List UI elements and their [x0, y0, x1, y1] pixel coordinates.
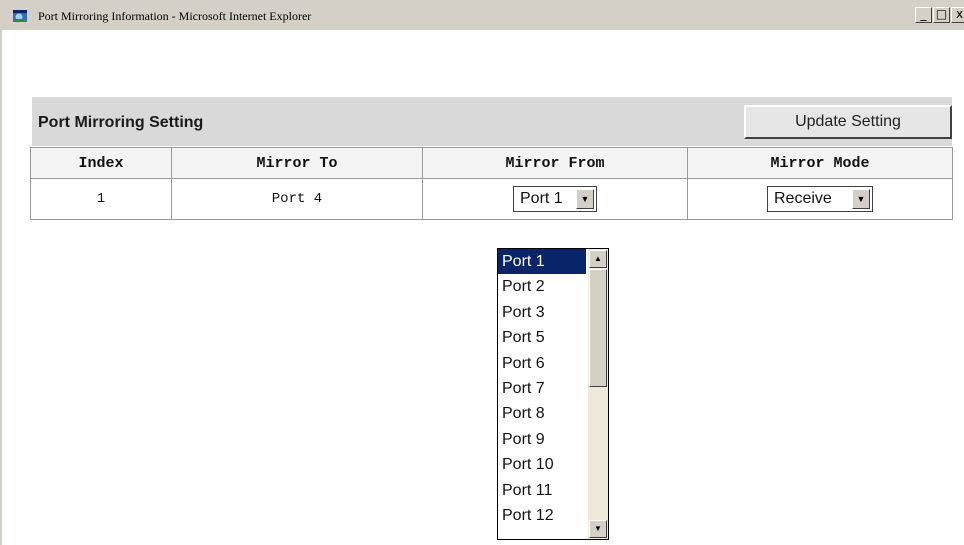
ie-icon — [12, 8, 28, 24]
update-setting-button[interactable]: Update Setting — [744, 105, 952, 139]
window-title: Port Mirroring Information - Microsoft I… — [38, 9, 312, 23]
dropdown-option[interactable]: Port 5 — [498, 325, 586, 350]
mirror-from-select[interactable]: Port 1 ▼ — [513, 186, 597, 212]
dropdown-option[interactable]: Port 2 — [498, 274, 586, 299]
dropdown-option[interactable]: Port 8 — [498, 401, 586, 426]
header-index: Index — [30, 147, 172, 179]
mirror-from-dropdown-list[interactable]: Port 1 Port 2 Port 3 Port 5 Port 6 Port … — [497, 248, 609, 540]
browser-window: Port Mirroring Information - Microsoft I… — [0, 0, 964, 545]
dropdown-option[interactable]: Port 1 — [498, 249, 586, 275]
cell-index: 1 — [30, 178, 172, 220]
maximize-button[interactable]: □ — [933, 7, 950, 23]
mirror-mode-select[interactable]: Receive ▼ — [767, 186, 873, 212]
dropdown-scrollbar[interactable]: ▲ ▼ — [588, 249, 608, 539]
dropdown-options: Port 1 Port 2 Port 3 Port 5 Port 6 Port … — [498, 249, 586, 528]
dropdown-option[interactable]: Port 11 — [498, 478, 586, 503]
chevron-down-icon[interactable]: ▼ — [576, 189, 594, 209]
setting-bar: Port Mirroring Setting Update Setting — [32, 97, 952, 146]
cell-mirror-to: Port 4 — [171, 178, 423, 220]
page-title: Port Mirroring Setting — [38, 114, 204, 131]
minimize-button[interactable]: _ — [915, 7, 932, 23]
header-mirror-to: Mirror To — [171, 147, 423, 179]
header-mirror-mode: Mirror Mode — [687, 147, 953, 179]
window-controls: _ □ x — [915, 7, 964, 23]
scrollbar-thumb[interactable] — [589, 269, 607, 387]
scroll-up-icon[interactable]: ▲ — [589, 250, 607, 268]
mirror-from-value: Port 1 — [520, 190, 563, 207]
mirroring-table: Index Mirror To Mirror From Mirror Mode … — [30, 147, 953, 220]
chevron-down-icon[interactable]: ▼ — [852, 189, 870, 209]
dropdown-option[interactable]: Port 6 — [498, 351, 586, 376]
dropdown-option[interactable]: Port 3 — [498, 300, 586, 325]
table-row: 1 Port 4 Port 1 ▼ Receive ▼ — [30, 178, 953, 220]
dropdown-option[interactable]: Port 10 — [498, 452, 586, 477]
mirror-mode-value: Receive — [774, 190, 832, 207]
header-mirror-from: Mirror From — [422, 147, 688, 179]
title-bar[interactable]: Port Mirroring Information - Microsoft I… — [2, 0, 964, 30]
scroll-down-icon[interactable]: ▼ — [589, 520, 607, 538]
dropdown-option[interactable]: Port 12 — [498, 503, 586, 528]
dropdown-option[interactable]: Port 7 — [498, 376, 586, 401]
close-button[interactable]: x — [951, 7, 964, 23]
cell-mirror-mode: Receive ▼ — [687, 178, 953, 220]
dropdown-option[interactable]: Port 9 — [498, 427, 586, 452]
page-content: Port Mirroring Setting Update Setting — [4, 30, 964, 545]
cell-mirror-from: Port 1 ▼ — [422, 178, 688, 220]
table-header-row: Index Mirror To Mirror From Mirror Mode — [30, 147, 953, 179]
